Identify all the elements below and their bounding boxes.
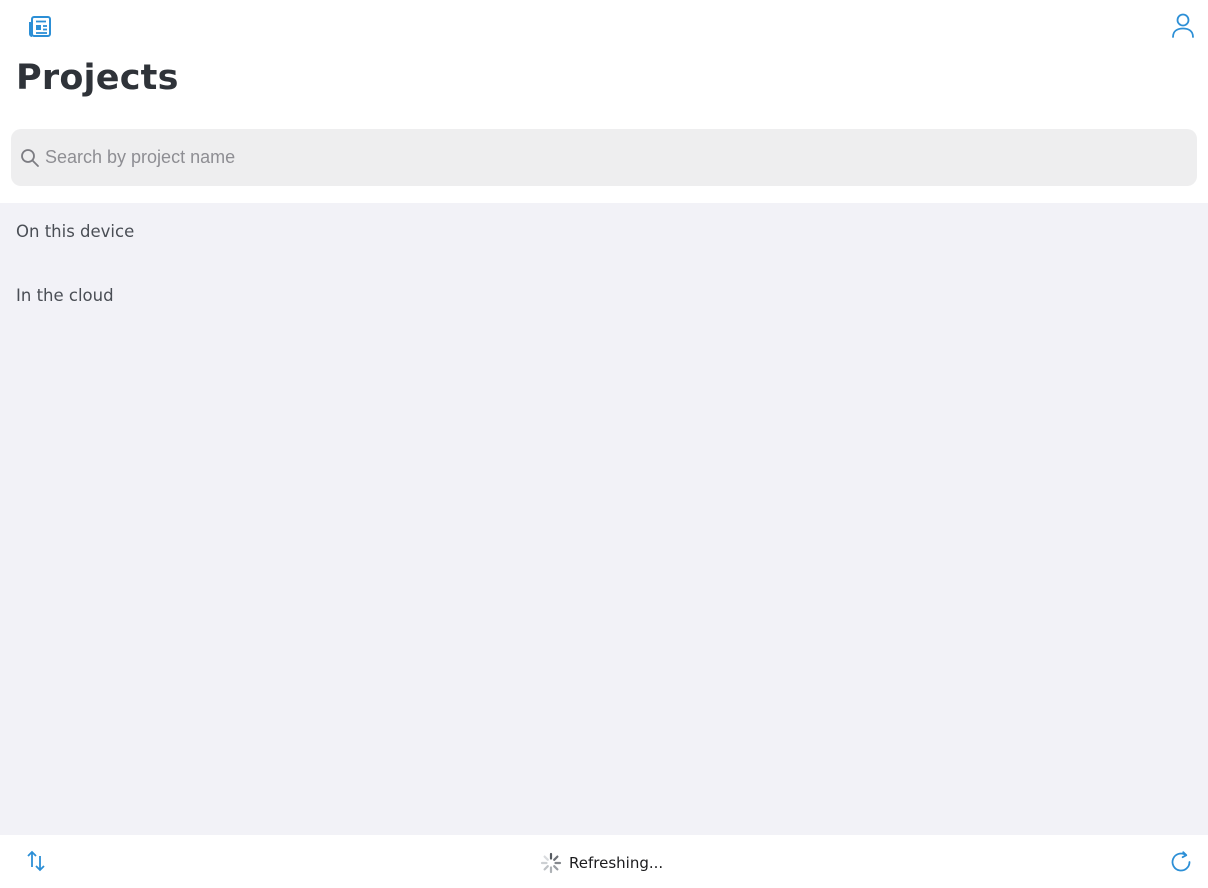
page-title: Projects bbox=[16, 58, 179, 98]
refresh-status: Refreshing... bbox=[540, 852, 663, 874]
person-icon bbox=[1172, 13, 1194, 38]
section-in-the-cloud[interactable]: In the cloud bbox=[16, 286, 114, 305]
news-button[interactable] bbox=[24, 12, 56, 42]
project-list: On this device In the cloud bbox=[0, 203, 1208, 835]
search-bar[interactable] bbox=[11, 129, 1197, 186]
news-icon bbox=[29, 16, 51, 37]
refresh-button[interactable] bbox=[1164, 845, 1198, 879]
status-text: Refreshing... bbox=[569, 854, 664, 872]
search-input[interactable] bbox=[45, 137, 1145, 178]
activity-spinner-icon bbox=[540, 852, 562, 874]
refresh-icon bbox=[1171, 851, 1191, 872]
section-on-this-device[interactable]: On this device bbox=[16, 222, 134, 241]
sort-button[interactable] bbox=[20, 845, 52, 877]
account-button[interactable] bbox=[1166, 10, 1200, 42]
top-bar bbox=[0, 0, 1208, 52]
bottom-toolbar: Refreshing... bbox=[0, 835, 1208, 888]
search-icon bbox=[19, 147, 41, 169]
app-window: Projects On this device In the cloud bbox=[0, 0, 1208, 888]
sort-arrows-icon bbox=[27, 850, 45, 872]
